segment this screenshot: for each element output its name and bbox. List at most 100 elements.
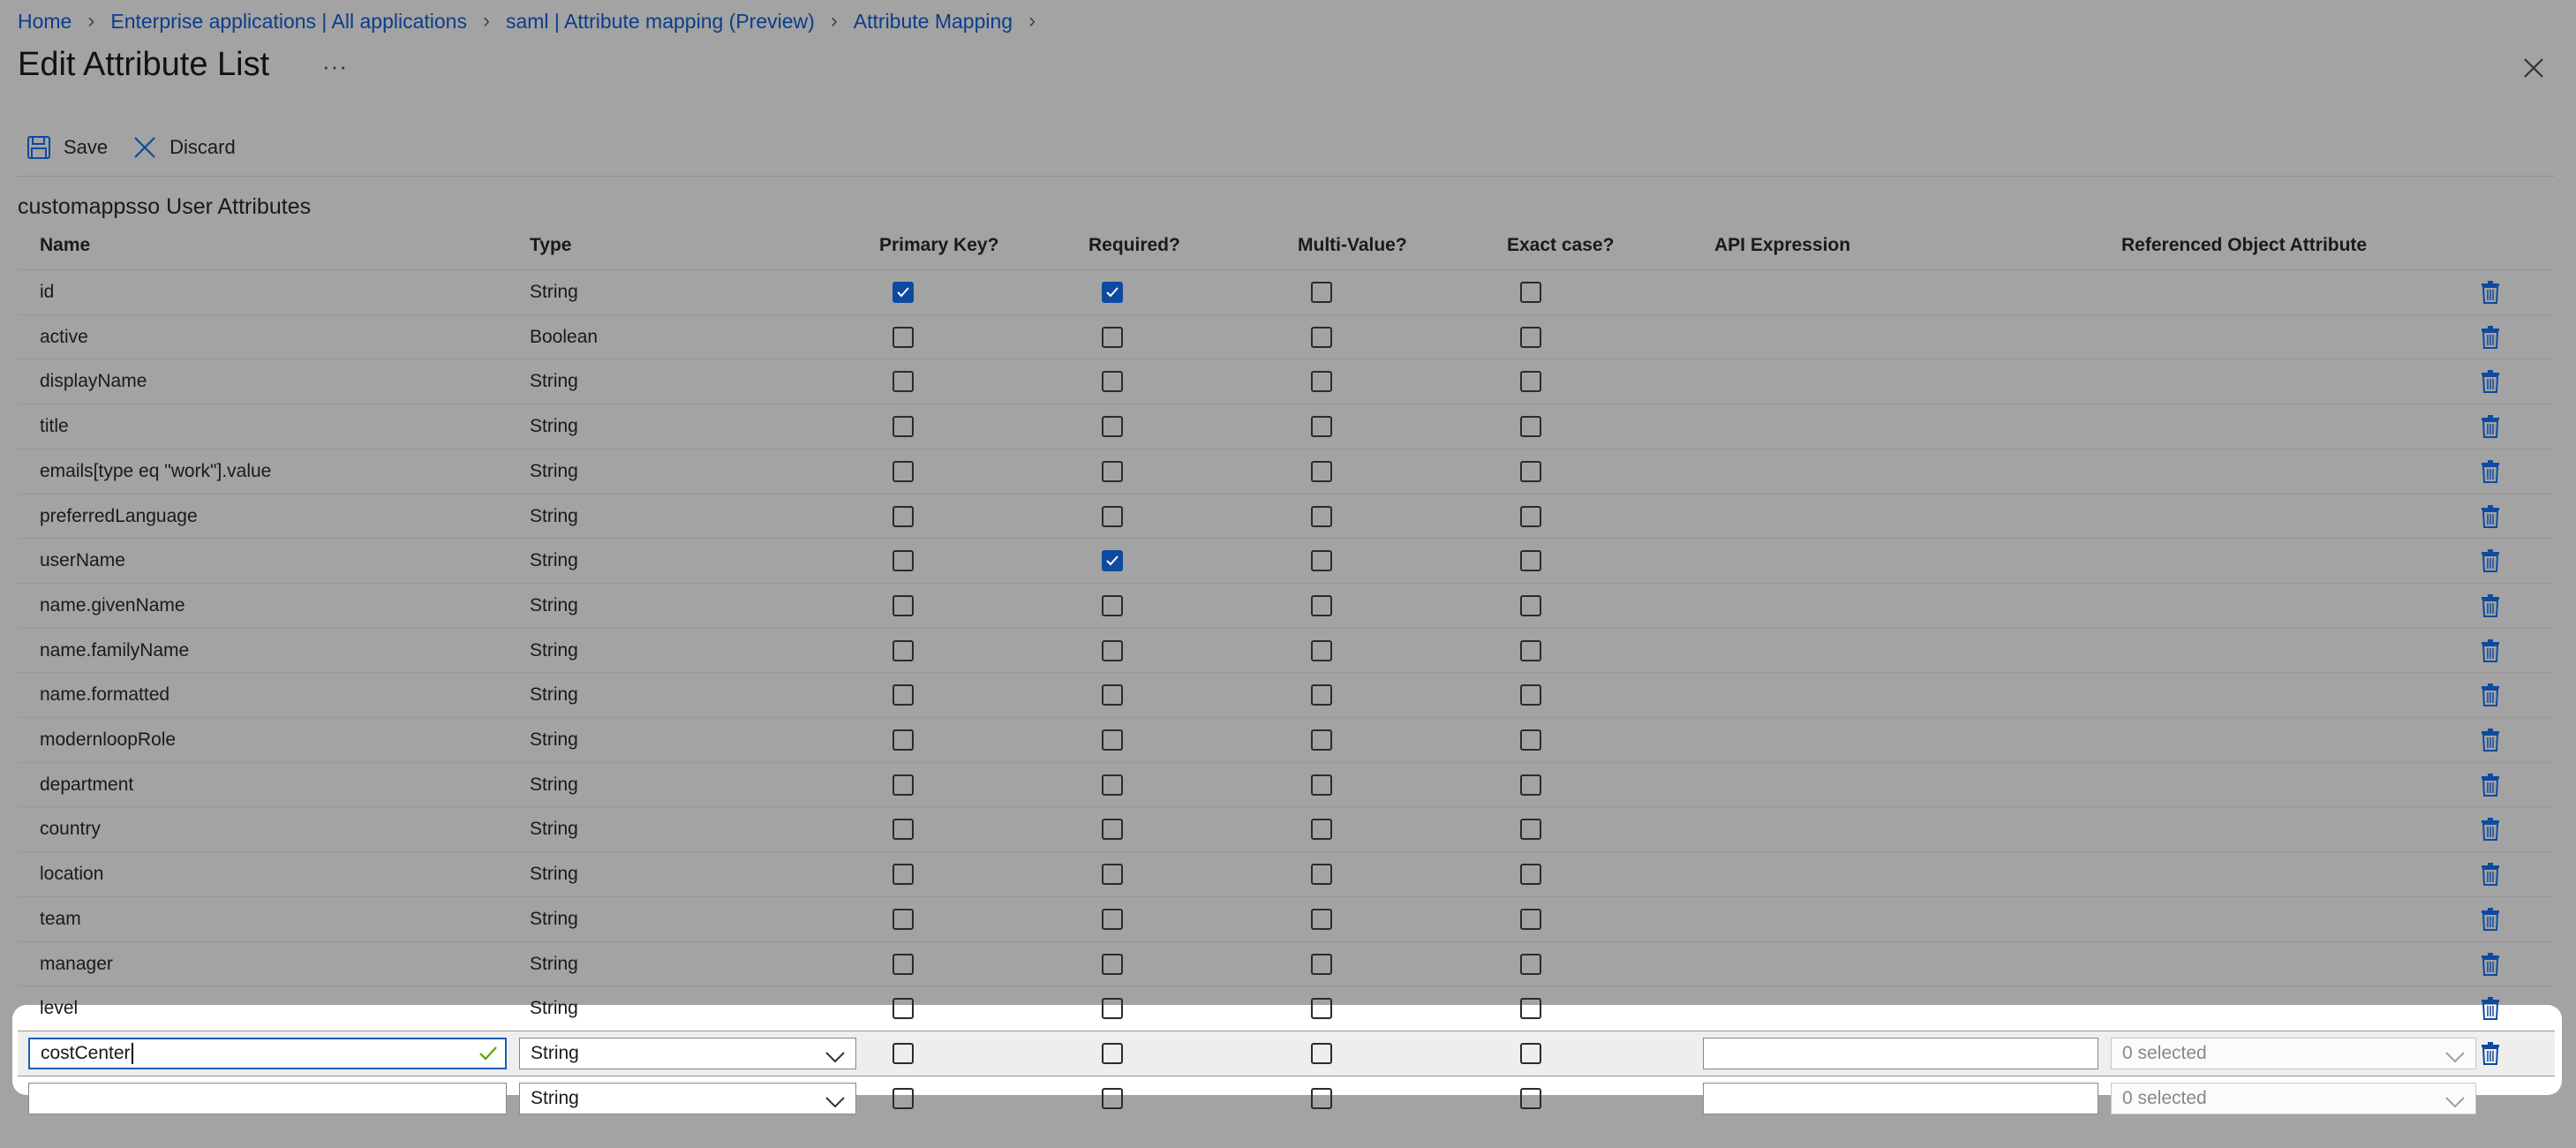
primary-key-checkbox[interactable] <box>893 594 914 616</box>
breadcrumb-attribute-mapping-preview[interactable]: saml | Attribute mapping (Preview) <box>506 10 815 34</box>
required-checkbox[interactable] <box>1102 864 1123 886</box>
exact-case-checkbox[interactable] <box>1520 864 1541 886</box>
primary-key-checkbox[interactable] <box>893 1042 914 1064</box>
primary-key-checkbox[interactable] <box>893 684 914 706</box>
attribute-type-dropdown[interactable]: String <box>519 1037 856 1069</box>
required-checkbox[interactable] <box>1102 460 1123 482</box>
multi-value-checkbox[interactable] <box>1311 639 1332 661</box>
required-checkbox[interactable] <box>1102 1087 1123 1109</box>
exact-case-checkbox[interactable] <box>1520 594 1541 616</box>
exact-case-checkbox[interactable] <box>1520 505 1541 527</box>
required-checkbox[interactable] <box>1102 729 1123 751</box>
multi-value-checkbox[interactable] <box>1311 371 1332 393</box>
required-checkbox[interactable] <box>1102 1042 1123 1064</box>
primary-key-checkbox[interactable] <box>893 416 914 438</box>
exact-case-checkbox[interactable] <box>1520 371 1541 393</box>
multi-value-checkbox[interactable] <box>1311 1042 1332 1064</box>
column-header-type[interactable]: Type <box>530 228 571 263</box>
breadcrumb-home[interactable]: Home <box>18 10 72 34</box>
multi-value-checkbox[interactable] <box>1311 819 1332 841</box>
referenced-object-attribute-dropdown[interactable]: 0 selected <box>2111 1037 2476 1069</box>
exact-case-checkbox[interactable] <box>1520 326 1541 348</box>
trash-icon[interactable] <box>2481 997 2500 1021</box>
required-checkbox[interactable] <box>1102 550 1123 572</box>
required-checkbox[interactable] <box>1102 908 1123 930</box>
trash-icon[interactable] <box>2481 549 2500 573</box>
multi-value-checkbox[interactable] <box>1311 729 1332 751</box>
trash-icon[interactable] <box>2481 907 2500 931</box>
trash-icon[interactable] <box>2481 415 2500 439</box>
discard-button[interactable]: Discard <box>132 135 236 160</box>
exact-case-checkbox[interactable] <box>1520 819 1541 841</box>
trash-icon[interactable] <box>2481 773 2500 797</box>
breadcrumb-enterprise-apps[interactable]: Enterprise applications | All applicatio… <box>110 10 467 34</box>
exact-case-checkbox[interactable] <box>1520 774 1541 796</box>
trash-icon[interactable] <box>2481 593 2500 617</box>
multi-value-checkbox[interactable] <box>1311 908 1332 930</box>
exact-case-checkbox[interactable] <box>1520 908 1541 930</box>
trash-icon[interactable] <box>2481 281 2500 304</box>
multi-value-checkbox[interactable] <box>1311 460 1332 482</box>
primary-key-checkbox[interactable] <box>893 505 914 527</box>
trash-icon[interactable] <box>2481 504 2500 528</box>
primary-key-checkbox[interactable] <box>893 282 914 303</box>
primary-key-checkbox[interactable] <box>893 998 914 1020</box>
primary-key-checkbox[interactable] <box>893 639 914 661</box>
trash-icon[interactable] <box>2481 325 2500 349</box>
trash-icon[interactable] <box>2481 729 2500 751</box>
api-expression-input[interactable] <box>1703 1037 2098 1069</box>
multi-value-checkbox[interactable] <box>1311 1087 1332 1109</box>
primary-key-checkbox[interactable] <box>893 729 914 751</box>
primary-key-checkbox[interactable] <box>893 864 914 886</box>
primary-key-checkbox[interactable] <box>893 819 914 841</box>
required-checkbox[interactable] <box>1102 371 1123 393</box>
column-header-name[interactable]: Name <box>40 228 90 263</box>
required-checkbox[interactable] <box>1102 282 1123 303</box>
breadcrumb-attribute-mapping[interactable]: Attribute Mapping <box>854 10 1013 34</box>
attribute-name-input[interactable]: costCenter <box>28 1037 507 1069</box>
trash-icon[interactable] <box>2481 638 2500 662</box>
multi-value-checkbox[interactable] <box>1311 684 1332 706</box>
exact-case-checkbox[interactable] <box>1520 460 1541 482</box>
required-checkbox[interactable] <box>1102 416 1123 438</box>
attribute-type-dropdown[interactable]: String <box>519 1082 856 1114</box>
multi-value-checkbox[interactable] <box>1311 416 1332 438</box>
required-checkbox[interactable] <box>1102 684 1123 706</box>
save-button[interactable]: Save <box>26 135 108 160</box>
column-header-multi-value[interactable]: Multi-Value? <box>1298 228 1407 263</box>
exact-case-checkbox[interactable] <box>1520 282 1541 303</box>
trash-icon[interactable] <box>2481 684 2500 707</box>
trash-icon[interactable] <box>2481 459 2500 483</box>
exact-case-checkbox[interactable] <box>1520 729 1541 751</box>
primary-key-checkbox[interactable] <box>893 1087 914 1109</box>
primary-key-checkbox[interactable] <box>893 326 914 348</box>
multi-value-checkbox[interactable] <box>1311 998 1332 1020</box>
multi-value-checkbox[interactable] <box>1311 774 1332 796</box>
exact-case-checkbox[interactable] <box>1520 1087 1541 1109</box>
required-checkbox[interactable] <box>1102 953 1123 975</box>
referenced-object-attribute-dropdown[interactable]: 0 selected <box>2111 1082 2476 1114</box>
trash-icon[interactable] <box>2481 370 2500 394</box>
multi-value-checkbox[interactable] <box>1311 505 1332 527</box>
column-header-referenced-object-attribute[interactable]: Referenced Object Attribute <box>2121 228 2367 263</box>
column-header-api-expression[interactable]: API Expression <box>1714 228 1850 263</box>
trash-icon[interactable] <box>2481 952 2500 976</box>
column-header-exact-case[interactable]: Exact case? <box>1507 228 1614 263</box>
required-checkbox[interactable] <box>1102 505 1123 527</box>
multi-value-checkbox[interactable] <box>1311 550 1332 572</box>
exact-case-checkbox[interactable] <box>1520 416 1541 438</box>
trash-icon[interactable] <box>2481 818 2500 842</box>
attribute-name-input[interactable] <box>28 1082 507 1114</box>
more-options-icon[interactable]: ··· <box>322 53 348 80</box>
multi-value-checkbox[interactable] <box>1311 282 1332 303</box>
primary-key-checkbox[interactable] <box>893 774 914 796</box>
exact-case-checkbox[interactable] <box>1520 550 1541 572</box>
trash-icon[interactable] <box>2481 1041 2500 1065</box>
primary-key-checkbox[interactable] <box>893 908 914 930</box>
required-checkbox[interactable] <box>1102 594 1123 616</box>
multi-value-checkbox[interactable] <box>1311 594 1332 616</box>
multi-value-checkbox[interactable] <box>1311 864 1332 886</box>
primary-key-checkbox[interactable] <box>893 460 914 482</box>
column-header-required[interactable]: Required? <box>1088 228 1180 263</box>
multi-value-checkbox[interactable] <box>1311 953 1332 975</box>
